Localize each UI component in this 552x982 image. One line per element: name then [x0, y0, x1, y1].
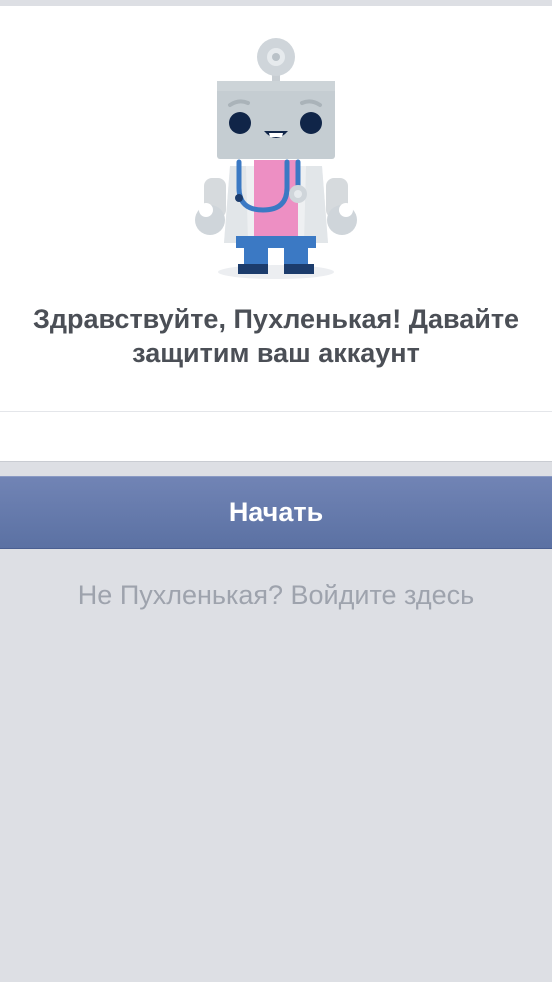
not-you-login-link[interactable]: Не Пухленькая? Войдите здесь [0, 578, 552, 612]
doctor-robot-icon [186, 38, 366, 283]
greeting-heading: Здравствуйте, Пухленькая! Давайте защити… [0, 302, 552, 370]
card-divider [0, 411, 552, 412]
start-button[interactable]: Начать [0, 476, 552, 549]
security-checkup-card: Здравствуйте, Пухленькая! Давайте защити… [0, 6, 552, 462]
greeting-line-2: защитим ваш аккаунт [132, 338, 420, 368]
greeting-line-1: Здравствуйте, Пухленькая! Давайте [32, 304, 520, 334]
